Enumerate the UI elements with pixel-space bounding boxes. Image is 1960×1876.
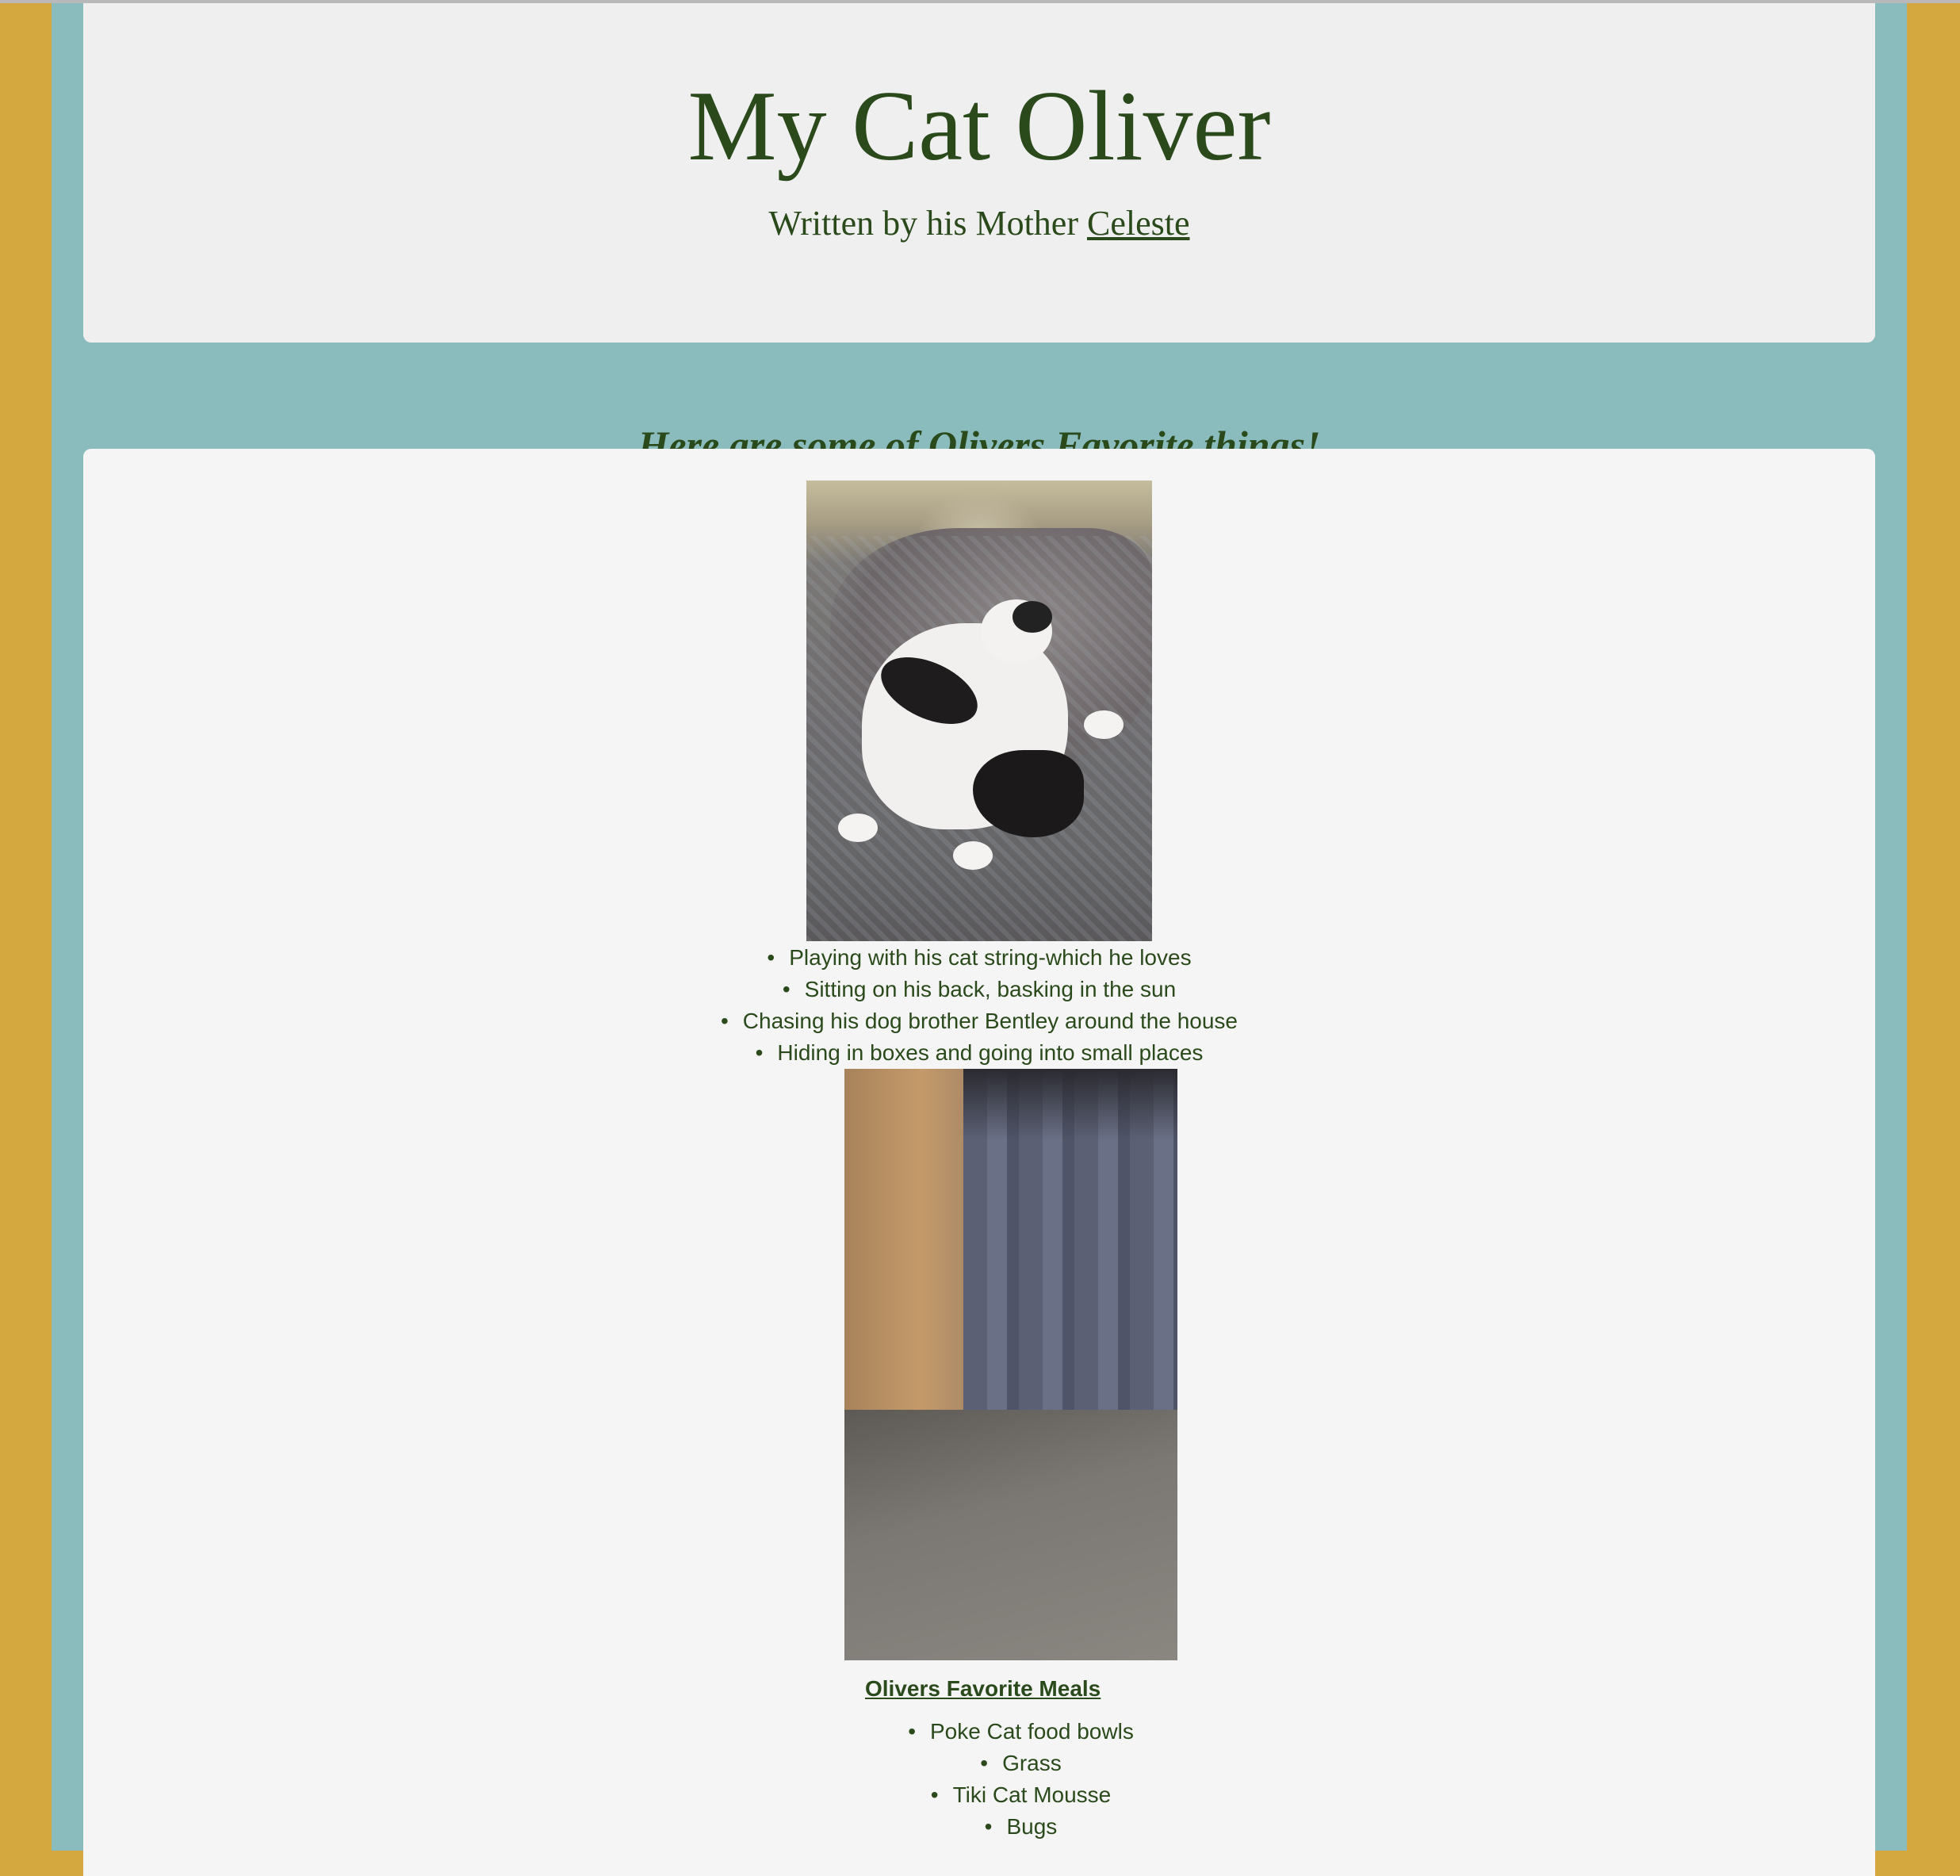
list-item: Chasing his dog brother Bentley around t…: [52, 1005, 1907, 1037]
favorites-list: Playing with his cat string-which he lov…: [52, 942, 1907, 1069]
byline-text: Written by his Mother: [768, 204, 1078, 243]
list-item: Hiding in boxes and going into small pla…: [52, 1037, 1907, 1069]
list-item: Playing with his cat string-which he lov…: [52, 942, 1907, 974]
list-item: Tiki Cat Mousse: [52, 1779, 1960, 1811]
cat-sleeping-photo: [806, 480, 1152, 941]
meals-heading: Olivers Favorite Meals: [865, 1676, 1101, 1701]
cat-hiding-photo: [844, 1069, 1177, 1660]
page-title: My Cat Oliver: [687, 71, 1271, 182]
byline: Written by his Mother Celeste: [83, 201, 1875, 246]
list-item: Bugs: [52, 1811, 1960, 1843]
list-item: Sitting on his back, basking in the sun: [52, 974, 1907, 1005]
meals-list: Poke Cat food bowls Grass Tiki Cat Mouss…: [52, 1716, 1960, 1843]
header-card: My Cat Oliver Written by his Mother Cele…: [83, 3, 1875, 343]
list-item: Grass: [52, 1748, 1960, 1779]
list-item: Poke Cat food bowls: [52, 1716, 1960, 1748]
author-link[interactable]: Celeste: [1087, 204, 1190, 243]
